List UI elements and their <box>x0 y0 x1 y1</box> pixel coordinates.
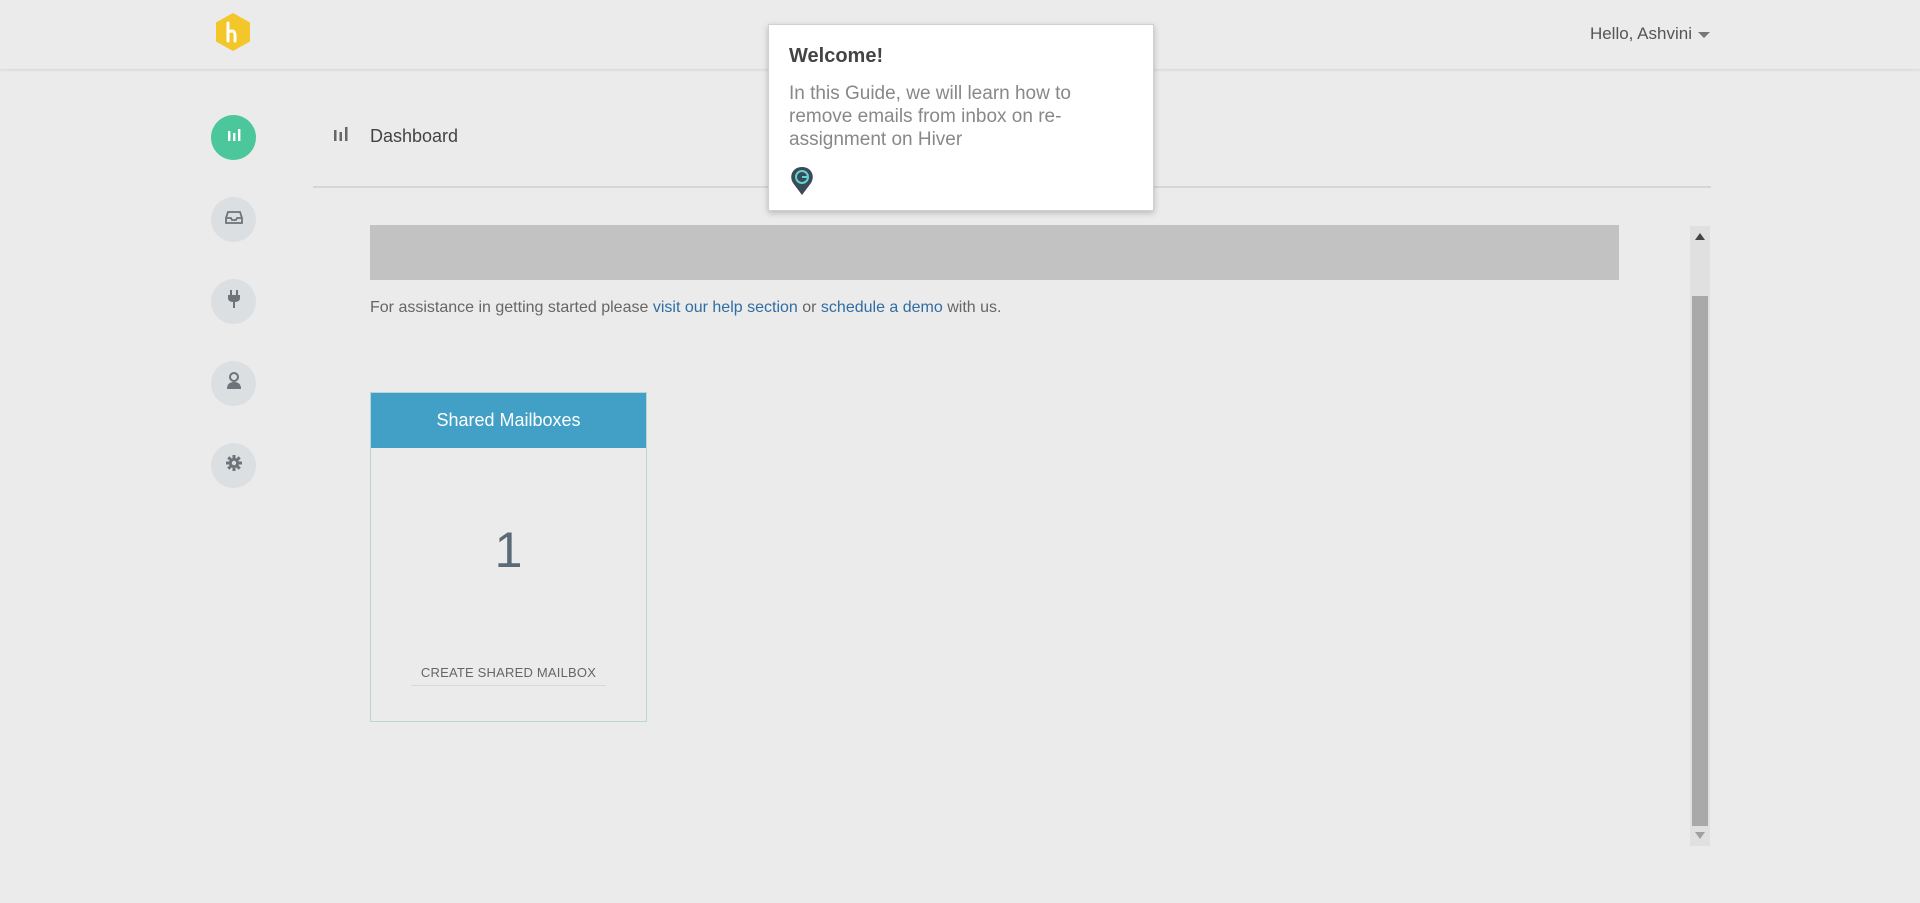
user-menu[interactable]: Hello, Ashvini <box>1590 24 1710 44</box>
plug-icon <box>227 289 241 314</box>
page-title: Dashboard <box>370 126 459 146</box>
dashboard-content: For assistance in getting started please… <box>370 225 1710 845</box>
card-title: Shared Mailboxes <box>371 393 646 448</box>
guide-marker-icon[interactable] <box>790 166 814 201</box>
gear-icon <box>225 454 243 477</box>
guide-popup: Welcome! In this Guide, we will learn ho… <box>768 24 1154 211</box>
greeting-text: Hello, Ashvini <box>1589 24 1692 43</box>
hiver-logo-icon[interactable] <box>214 12 252 52</box>
scroll-up-icon[interactable] <box>1695 233 1705 240</box>
inbox-icon <box>224 209 243 230</box>
chevron-down-icon <box>1698 32 1710 38</box>
analytics-icon <box>226 128 242 147</box>
content-scrollbar[interactable] <box>1690 226 1710 846</box>
guide-title: Welcome! <box>789 45 884 67</box>
side-nav <box>211 115 256 525</box>
nav-item-users[interactable] <box>211 361 256 406</box>
scrollbar-thumb[interactable] <box>1692 296 1708 826</box>
mailbox-count: 1 <box>494 522 523 578</box>
analytics-icon <box>333 126 349 147</box>
guide-body: In this Guide, we will learn how to remo… <box>789 83 1071 150</box>
assistance-text: For assistance in getting started please… <box>370 299 1001 317</box>
nav-item-inbox[interactable] <box>211 197 256 242</box>
nav-item-settings[interactable] <box>211 443 256 488</box>
announcement-banner <box>370 225 1619 280</box>
help-section-link[interactable]: visit our help section <box>653 299 798 316</box>
shared-mailboxes-card: Shared Mailboxes 1 CREATE SHARED MAILBOX <box>370 392 647 722</box>
scroll-down-icon[interactable] <box>1695 832 1705 839</box>
nav-item-integrations[interactable] <box>211 279 256 324</box>
assist-middle: or <box>797 299 821 316</box>
create-shared-mailbox-button[interactable]: CREATE SHARED MAILBOX <box>411 665 606 686</box>
schedule-demo-link[interactable]: schedule a demo <box>821 299 943 316</box>
assist-suffix: with us. <box>942 299 1002 316</box>
nav-item-dashboard[interactable] <box>211 115 256 160</box>
assist-prefix: For assistance in getting started please <box>370 299 653 316</box>
user-icon <box>226 372 242 395</box>
